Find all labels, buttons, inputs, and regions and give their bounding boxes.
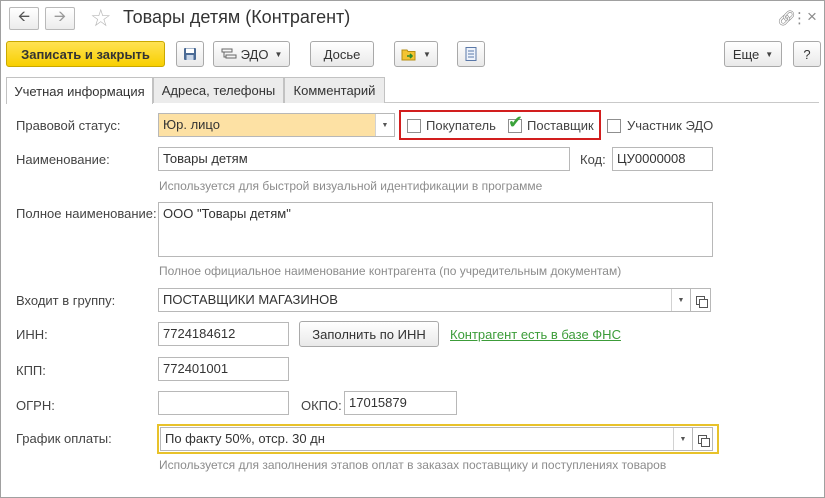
edo-icon	[221, 48, 237, 59]
edo-member-label: Участник ЭДО	[627, 118, 714, 133]
code-input[interactable]: ЦУ0000008	[612, 147, 713, 171]
fill-by-inn-button[interactable]: Заполнить по ИНН	[299, 321, 439, 347]
save-and-close-label: Записать и закрыть	[21, 46, 150, 62]
fill-by-inn-label: Заполнить по ИНН	[312, 326, 426, 342]
back-button[interactable]: 🡨	[9, 7, 39, 30]
inn-label: ИНН:	[16, 327, 48, 342]
kpp-label: КПП:	[16, 363, 46, 378]
inn-input[interactable]: 7724184612	[158, 322, 289, 346]
save-and-close-button[interactable]: Записать и закрыть	[6, 41, 165, 67]
forward-button[interactable]: 🡪	[45, 7, 75, 30]
tab-label: Учетная информация	[14, 83, 145, 99]
form-window: 🡨 🡪 ☆ Товары детям (Контрагент) 🔗︎ ⋮ × З…	[0, 0, 825, 498]
group-select[interactable]: ПОСТАВЩИКИ МАГАЗИНОВ ▼	[158, 288, 691, 312]
full-name-label: Полное наименование:	[16, 206, 157, 221]
save-button[interactable]	[176, 41, 204, 67]
close-icon[interactable]: ×	[807, 7, 817, 27]
payment-schedule-select[interactable]: По факту 50%, отср. 30 дн ▼	[160, 427, 693, 451]
dossier-label: Досье	[323, 46, 361, 62]
chevron-down-icon[interactable]: ▼	[375, 114, 394, 136]
legal-status-value: Юр. лицо	[163, 117, 220, 132]
tab-account-info[interactable]: Учетная информация	[6, 77, 153, 104]
payment-schedule-hint: Используется для заполнения этапов оплат…	[159, 458, 667, 472]
buyer-label: Покупатель	[426, 118, 496, 133]
ogrn-input[interactable]	[158, 391, 289, 415]
supplier-label: Поставщик	[527, 118, 594, 133]
open-window-icon	[698, 434, 710, 447]
checkmark-icon: ✔	[508, 112, 524, 132]
edo-member-checkbox[interactable]	[607, 119, 621, 133]
tab-label: Комментарий	[293, 83, 376, 98]
name-input[interactable]: Товары детям	[158, 147, 570, 171]
tab-addresses-phones[interactable]: Адреса, телефоны	[153, 77, 284, 103]
open-group-button[interactable]	[691, 288, 711, 312]
floppy-disk-icon	[184, 48, 196, 60]
folder-arrow-icon	[401, 49, 416, 61]
chevron-down-icon: ▼	[274, 49, 283, 59]
payment-schedule-value: По факту 50%, отср. 30 дн	[165, 431, 325, 446]
more-label: Еще	[732, 46, 760, 62]
tab-comment[interactable]: Комментарий	[284, 77, 385, 103]
okpo-label: ОКПО:	[301, 398, 342, 413]
help-label: ?	[803, 46, 811, 62]
edo-label: ЭДО	[240, 46, 269, 62]
arrow-left-icon: 🡨	[17, 8, 31, 25]
buyer-checkbox[interactable]	[407, 119, 421, 133]
tab-label: Адреса, телефоны	[161, 83, 276, 98]
open-payment-schedule-button[interactable]	[693, 427, 713, 451]
full-name-textarea[interactable]: ООО "Товары детям"	[158, 202, 713, 257]
chevron-down-icon: ▼	[423, 49, 431, 59]
full-name-hint: Полное официальное наименование контраге…	[159, 264, 622, 278]
group-label: Входит в группу:	[16, 293, 116, 308]
code-label: Код:	[580, 152, 606, 167]
open-window-icon	[696, 295, 708, 308]
name-hint: Используется для быстрой визуальной иден…	[159, 179, 543, 193]
document-list-icon	[465, 47, 477, 61]
star-icon[interactable]: ☆	[90, 4, 112, 33]
kebab-menu-icon[interactable]: ⋮	[792, 9, 807, 27]
more-button[interactable]: Еще ▼	[724, 41, 782, 67]
dossier-button[interactable]: Досье	[310, 41, 374, 67]
arrow-right-icon: 🡪	[53, 8, 67, 25]
chevron-down-icon: ▼	[765, 49, 774, 59]
payment-schedule-label: График оплаты:	[16, 431, 112, 446]
chevron-down-icon[interactable]: ▼	[671, 289, 690, 311]
legal-status-select[interactable]: Юр. лицо ▼	[158, 113, 395, 137]
chevron-down-icon[interactable]: ▼	[673, 428, 692, 450]
report-button[interactable]	[457, 41, 485, 67]
create-based-on-button[interactable]: ▼	[394, 41, 438, 67]
kpp-input[interactable]: 772401001	[158, 357, 289, 381]
help-button[interactable]: ?	[793, 41, 821, 67]
name-label: Наименование:	[16, 152, 110, 167]
window-title: Товары детям (Контрагент)	[123, 7, 351, 27]
edo-button[interactable]: ЭДО ▼	[213, 41, 290, 67]
okpo-input[interactable]: 17015879	[344, 391, 457, 415]
ogrn-label: ОГРН:	[16, 398, 55, 413]
group-value: ПОСТАВЩИКИ МАГАЗИНОВ	[163, 292, 338, 307]
legal-status-label: Правовой статус:	[16, 118, 121, 133]
fns-database-link[interactable]: Контрагент есть в базе ФНС	[450, 327, 621, 342]
